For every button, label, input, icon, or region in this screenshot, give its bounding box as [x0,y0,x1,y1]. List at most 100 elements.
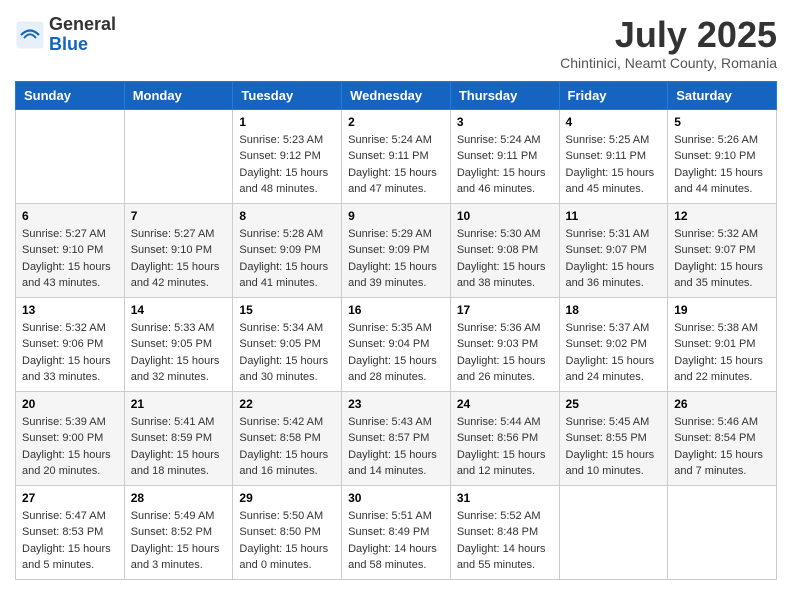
sunset-info: Sunset: 9:00 PM [22,432,103,444]
daylight-info: Daylight: 15 hours and 38 minutes. [457,261,546,290]
sunrise-info: Sunrise: 5:37 AM [566,322,650,334]
day-number: 1 [239,115,335,129]
day-number: 19 [674,303,770,317]
logo-general-text: General [49,14,116,34]
day-number: 21 [131,397,227,411]
daylight-info: Daylight: 15 hours and 5 minutes. [22,543,111,572]
sunrise-info: Sunrise: 5:30 AM [457,228,541,240]
calendar-day-cell: 14 Sunrise: 5:33 AM Sunset: 9:05 PM Dayl… [124,297,233,391]
day-number: 18 [566,303,662,317]
day-of-week-header: Wednesday [342,81,451,109]
page-header: General Blue July 2025 Chintinici, Neamt… [15,15,777,71]
sunrise-info: Sunrise: 5:27 AM [22,228,106,240]
calendar-day-cell: 4 Sunrise: 5:25 AM Sunset: 9:11 PM Dayli… [559,109,668,203]
calendar-day-cell: 19 Sunrise: 5:38 AM Sunset: 9:01 PM Dayl… [668,297,777,391]
sunrise-info: Sunrise: 5:41 AM [131,416,215,428]
day-number: 6 [22,209,118,223]
sunset-info: Sunset: 8:58 PM [239,432,320,444]
daylight-info: Daylight: 14 hours and 58 minutes. [348,543,437,572]
sunrise-info: Sunrise: 5:24 AM [457,134,541,146]
sunrise-info: Sunrise: 5:33 AM [131,322,215,334]
daylight-info: Daylight: 15 hours and 22 minutes. [674,355,763,384]
sunset-info: Sunset: 9:11 PM [348,150,429,162]
month-title: July 2025 [560,15,777,55]
daylight-info: Daylight: 15 hours and 39 minutes. [348,261,437,290]
sunrise-info: Sunrise: 5:29 AM [348,228,432,240]
calendar-day-cell [559,485,668,579]
calendar-week-row: 13 Sunrise: 5:32 AM Sunset: 9:06 PM Dayl… [16,297,777,391]
calendar-day-cell [668,485,777,579]
calendar-week-row: 20 Sunrise: 5:39 AM Sunset: 9:00 PM Dayl… [16,391,777,485]
sunrise-info: Sunrise: 5:28 AM [239,228,323,240]
sunrise-info: Sunrise: 5:23 AM [239,134,323,146]
sunset-info: Sunset: 8:50 PM [239,526,320,538]
day-number: 17 [457,303,553,317]
daylight-info: Daylight: 15 hours and 26 minutes. [457,355,546,384]
calendar-week-row: 1 Sunrise: 5:23 AM Sunset: 9:12 PM Dayli… [16,109,777,203]
calendar-day-cell: 12 Sunrise: 5:32 AM Sunset: 9:07 PM Dayl… [668,203,777,297]
calendar-day-cell: 3 Sunrise: 5:24 AM Sunset: 9:11 PM Dayli… [450,109,559,203]
day-number: 10 [457,209,553,223]
daylight-info: Daylight: 15 hours and 47 minutes. [348,167,437,196]
sunset-info: Sunset: 9:05 PM [131,338,212,350]
calendar-day-cell: 17 Sunrise: 5:36 AM Sunset: 9:03 PM Dayl… [450,297,559,391]
calendar-day-cell: 26 Sunrise: 5:46 AM Sunset: 8:54 PM Dayl… [668,391,777,485]
sunrise-info: Sunrise: 5:31 AM [566,228,650,240]
daylight-info: Daylight: 15 hours and 41 minutes. [239,261,328,290]
day-number: 26 [674,397,770,411]
calendar-day-cell: 25 Sunrise: 5:45 AM Sunset: 8:55 PM Dayl… [559,391,668,485]
location-subtitle: Chintinici, Neamt County, Romania [560,55,777,71]
day-of-week-header: Friday [559,81,668,109]
day-number: 7 [131,209,227,223]
sunset-info: Sunset: 9:07 PM [674,244,755,256]
sunrise-info: Sunrise: 5:42 AM [239,416,323,428]
sunset-info: Sunset: 8:59 PM [131,432,212,444]
calendar-day-cell [16,109,125,203]
day-number: 11 [566,209,662,223]
sunrise-info: Sunrise: 5:32 AM [22,322,106,334]
sunset-info: Sunset: 8:57 PM [348,432,429,444]
day-of-week-header: Monday [124,81,233,109]
calendar-day-cell: 11 Sunrise: 5:31 AM Sunset: 9:07 PM Dayl… [559,203,668,297]
daylight-info: Daylight: 15 hours and 20 minutes. [22,449,111,478]
sunset-info: Sunset: 9:10 PM [131,244,212,256]
day-number: 13 [22,303,118,317]
sunset-info: Sunset: 8:49 PM [348,526,429,538]
calendar-day-cell: 23 Sunrise: 5:43 AM Sunset: 8:57 PM Dayl… [342,391,451,485]
calendar-day-cell [124,109,233,203]
sunset-info: Sunset: 9:07 PM [566,244,647,256]
daylight-info: Daylight: 15 hours and 44 minutes. [674,167,763,196]
sunset-info: Sunset: 9:04 PM [348,338,429,350]
sunset-info: Sunset: 8:55 PM [566,432,647,444]
calendar-day-cell: 13 Sunrise: 5:32 AM Sunset: 9:06 PM Dayl… [16,297,125,391]
day-number: 5 [674,115,770,129]
day-number: 23 [348,397,444,411]
sunrise-info: Sunrise: 5:25 AM [566,134,650,146]
sunrise-info: Sunrise: 5:38 AM [674,322,758,334]
calendar-day-cell: 2 Sunrise: 5:24 AM Sunset: 9:11 PM Dayli… [342,109,451,203]
calendar-day-cell: 8 Sunrise: 5:28 AM Sunset: 9:09 PM Dayli… [233,203,342,297]
day-number: 14 [131,303,227,317]
day-number: 29 [239,491,335,505]
calendar-day-cell: 27 Sunrise: 5:47 AM Sunset: 8:53 PM Dayl… [16,485,125,579]
sunset-info: Sunset: 9:10 PM [674,150,755,162]
daylight-info: Daylight: 15 hours and 7 minutes. [674,449,763,478]
daylight-info: Daylight: 15 hours and 16 minutes. [239,449,328,478]
sunrise-info: Sunrise: 5:50 AM [239,510,323,522]
sunrise-info: Sunrise: 5:47 AM [22,510,106,522]
day-number: 4 [566,115,662,129]
sunset-info: Sunset: 9:02 PM [566,338,647,350]
sunrise-info: Sunrise: 5:45 AM [566,416,650,428]
calendar-day-cell: 18 Sunrise: 5:37 AM Sunset: 9:02 PM Dayl… [559,297,668,391]
day-number: 2 [348,115,444,129]
daylight-info: Daylight: 15 hours and 24 minutes. [566,355,655,384]
daylight-info: Daylight: 15 hours and 43 minutes. [22,261,111,290]
calendar-day-cell: 5 Sunrise: 5:26 AM Sunset: 9:10 PM Dayli… [668,109,777,203]
sunset-info: Sunset: 9:12 PM [239,150,320,162]
calendar-table: SundayMondayTuesdayWednesdayThursdayFrid… [15,81,777,580]
day-number: 25 [566,397,662,411]
day-number: 9 [348,209,444,223]
day-number: 16 [348,303,444,317]
calendar-day-cell: 29 Sunrise: 5:50 AM Sunset: 8:50 PM Dayl… [233,485,342,579]
day-number: 12 [674,209,770,223]
